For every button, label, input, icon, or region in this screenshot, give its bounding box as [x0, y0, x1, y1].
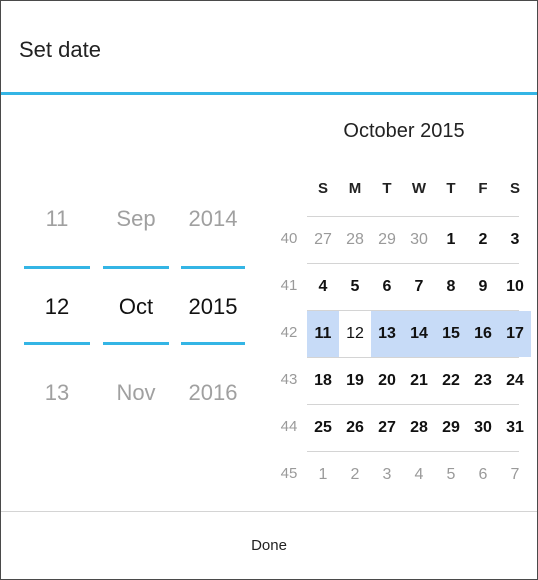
calendar-week-row: 41 4 5 6 7 8 9 10 [271, 263, 537, 310]
calendar-day[interactable]: 11 [307, 311, 339, 357]
week-number: 40 [280, 230, 298, 247]
weekday-label: F [478, 180, 488, 197]
day-next[interactable]: 13 [24, 380, 90, 406]
weekday-label: T [446, 180, 456, 197]
year-next[interactable]: 2016 [181, 380, 245, 406]
dialog-header: Set date [1, 1, 537, 95]
calendar-day[interactable]: 24 [499, 358, 531, 404]
spinner-divider [181, 342, 245, 345]
weekday-label: T [382, 180, 392, 197]
date-picker-dialog: Set date 11 12 13 Sep Oct Nov 2014 2015 … [0, 0, 538, 580]
calendar-day[interactable]: 29 [371, 217, 403, 263]
year-prev[interactable]: 2014 [181, 206, 245, 232]
calendar-day[interactable]: 19 [339, 358, 371, 404]
calendar-week-row: 45 1 2 3 4 5 6 7 [271, 451, 537, 498]
weekday-label: W [411, 180, 427, 197]
calendar-day[interactable]: 7 [499, 452, 531, 498]
done-button[interactable]: Done [1, 512, 537, 579]
week-number: 43 [280, 371, 298, 388]
month-prev[interactable]: Sep [103, 206, 169, 232]
calendar-day[interactable]: 14 [403, 311, 435, 357]
week-number: 41 [280, 277, 298, 294]
calendar-day[interactable]: 8 [435, 264, 467, 310]
spinner-divider [24, 266, 90, 269]
calendar-day[interactable]: 2 [467, 217, 499, 263]
calendar-day[interactable]: 1 [435, 217, 467, 263]
weekday-label: S [509, 180, 520, 197]
week-number: 45 [280, 465, 298, 482]
spinner-divider [24, 342, 90, 345]
calendar-day[interactable]: 12 [339, 311, 371, 357]
calendar-day[interactable]: 2 [339, 452, 371, 498]
calendar-day[interactable]: 7 [403, 264, 435, 310]
calendar-day[interactable]: 6 [467, 452, 499, 498]
calendar-day[interactable]: 1 [307, 452, 339, 498]
calendar-day[interactable]: 3 [499, 217, 531, 263]
date-spinners: 11 12 13 Sep Oct Nov 2014 2015 2016 [1, 98, 271, 510]
calendar-week-row: 43 18 19 20 21 22 23 24 [271, 357, 537, 404]
calendar-day[interactable]: 10 [499, 264, 531, 310]
month-current[interactable]: Oct [103, 294, 169, 320]
calendar-day[interactable]: 26 [339, 405, 371, 451]
calendar-day[interactable]: 28 [403, 405, 435, 451]
calendar-day[interactable]: 27 [371, 405, 403, 451]
calendar-day[interactable]: 30 [403, 217, 435, 263]
calendar-day[interactable]: 6 [371, 264, 403, 310]
calendar-day[interactable]: 3 [371, 452, 403, 498]
calendar-day[interactable]: 27 [307, 217, 339, 263]
calendar-day[interactable]: 25 [307, 405, 339, 451]
weekday-label: M [348, 180, 362, 197]
calendar-day[interactable]: 4 [403, 452, 435, 498]
calendar-month-title: October 2015 [343, 120, 465, 142]
calendar-week-row: 40 27 28 29 30 1 2 3 [271, 216, 537, 263]
calendar-day[interactable]: 21 [403, 358, 435, 404]
calendar-day[interactable]: 17 [499, 311, 531, 357]
calendar-day[interactable]: 13 [371, 311, 403, 357]
calendar-day[interactable]: 4 [307, 264, 339, 310]
spinner-divider [181, 266, 245, 269]
calendar-day[interactable]: 23 [467, 358, 499, 404]
weekday-header: SMTWTFS [307, 180, 531, 200]
calendar-day[interactable]: 5 [435, 452, 467, 498]
year-current[interactable]: 2015 [181, 294, 245, 320]
week-number: 42 [280, 324, 298, 341]
calendar-view[interactable]: October 2015 SMTWTFS 40 27 28 29 30 1 2 3 41 4 5 6 7… [271, 98, 537, 510]
calendar-day[interactable]: 5 [339, 264, 371, 310]
day-current[interactable]: 12 [24, 294, 90, 320]
calendar-day[interactable]: 29 [435, 405, 467, 451]
calendar-day[interactable]: 16 [467, 311, 499, 357]
calendar-day[interactable]: 28 [339, 217, 371, 263]
day-prev[interactable]: 11 [24, 206, 90, 232]
calendar-day[interactable]: 31 [499, 405, 531, 451]
spinner-divider [103, 342, 169, 345]
calendar-day[interactable]: 20 [371, 358, 403, 404]
calendar-day[interactable]: 22 [435, 358, 467, 404]
calendar-day[interactable]: 9 [467, 264, 499, 310]
calendar-week-row: 42 11 12 13 14 15 16 17 [271, 310, 537, 357]
weekday-label: S [317, 180, 328, 197]
dialog-title: Set date [19, 37, 101, 62]
week-number: 44 [280, 418, 298, 435]
calendar-day[interactable]: 15 [435, 311, 467, 357]
calendar-day[interactable]: 30 [467, 405, 499, 451]
calendar-week-row: 44 25 26 27 28 29 30 31 [271, 404, 537, 451]
calendar-day[interactable]: 18 [307, 358, 339, 404]
month-next[interactable]: Nov [103, 380, 169, 406]
spinner-divider [103, 266, 169, 269]
